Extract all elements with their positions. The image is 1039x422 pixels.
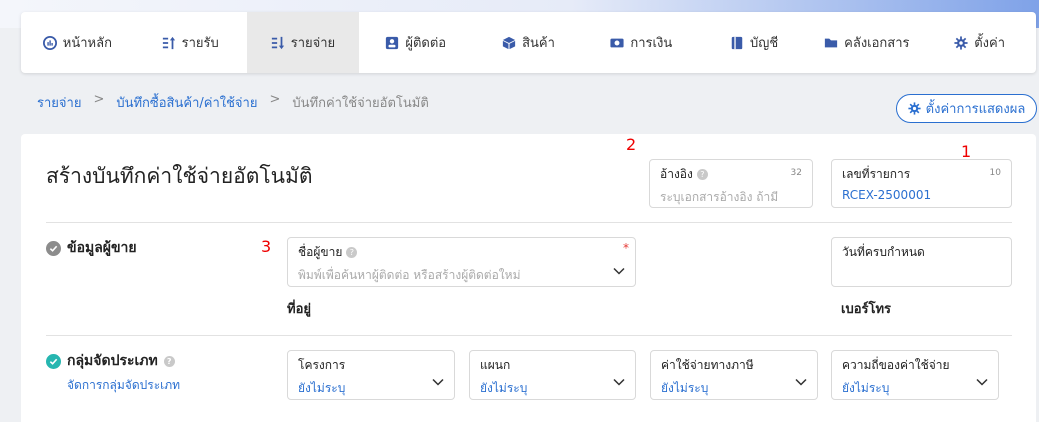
breadcrumb-expense[interactable]: รายจ่าย xyxy=(37,92,81,113)
chevron-down-icon xyxy=(795,378,807,386)
category-section-label: กลุ่มจัดประเภท xyxy=(67,353,158,369)
check-circle-icon xyxy=(46,353,61,369)
nav-label: สินค้า xyxy=(522,36,555,51)
vendor-name-label: ชื่อผู้ขาย xyxy=(298,245,343,259)
money-icon xyxy=(610,38,624,47)
select-value: ยังไม่ระบุ xyxy=(661,381,709,395)
address-label: ที่อยู่ xyxy=(287,302,311,317)
category-section-title: กลุ่มจัดประเภท ? xyxy=(46,350,175,372)
chevron-down-icon xyxy=(613,378,625,386)
doc-number-field[interactable]: เลขที่รายการ 10 RCEX-2500001 xyxy=(831,159,1012,208)
vendor-name-placeholder: พิมพ์เพื่อค้นหาผู้ติดต่อ หรือสร้างผู้ติด… xyxy=(298,268,521,282)
divider xyxy=(46,335,1012,336)
breadcrumb: รายจ่าย > บันทึกซื้อสินค้า/ค่าใช้จ่าย > … xyxy=(37,92,429,113)
nav-label: ผู้ติดต่อ xyxy=(405,36,447,51)
nav-item-home[interactable]: หน้าหลัก xyxy=(21,12,134,73)
gear-icon xyxy=(908,102,921,115)
chevron-down-icon xyxy=(613,267,625,275)
nav-item-accounting[interactable]: บัญชี xyxy=(698,12,811,73)
nav-label: ตั้งค่า xyxy=(974,36,1006,51)
nav-item-documents[interactable]: คลังเอกสาร xyxy=(810,12,923,73)
select-value: ยังไม่ระบุ xyxy=(842,381,890,395)
vendor-name-label-row: ชื่อผู้ขาย ? xyxy=(298,243,625,262)
reference-placeholder: ระบุเอกสารอ้างอิง ถ้ามี xyxy=(660,190,779,204)
manage-categories-link[interactable]: จัดการกลุ่มจัดประเภท xyxy=(67,376,180,395)
help-icon: ? xyxy=(696,169,708,180)
nav-item-income[interactable]: รายรับ xyxy=(134,12,247,73)
contacts-icon xyxy=(386,36,399,49)
vendor-name-field[interactable]: ชื่อผู้ขาย ? * พิมพ์เพื่อค้นหาผู้ติดต่อ … xyxy=(287,237,636,287)
select-label: ความถี่ของค่าใช้จ่าย xyxy=(842,358,950,372)
reference-field[interactable]: อ้างอิง ? 32 ระบุเอกสารอ้างอิง ถ้ามี xyxy=(649,159,813,208)
check-circle-icon xyxy=(46,240,61,256)
nav-item-contacts[interactable]: ผู้ติดต่อ xyxy=(359,12,472,73)
due-date-label: วันที่ครบกำหนด xyxy=(842,245,925,259)
select-label: โครงการ xyxy=(298,358,346,372)
project-select[interactable]: โครงการ ยังไม่ระบุ xyxy=(287,350,455,400)
breadcrumb-current: บันทึกค่าใช้จ่ายอัตโนมัติ xyxy=(292,96,429,111)
due-date-field[interactable]: วันที่ครบกำหนด xyxy=(831,237,1012,287)
nav-item-expense[interactable]: รายจ่าย xyxy=(246,12,360,73)
nav-item-settings[interactable]: ตั้งค่า xyxy=(923,12,1036,73)
annotation-marker: 3 xyxy=(261,237,272,256)
gear-icon xyxy=(954,35,968,50)
nav-label: รายรับ xyxy=(181,36,219,51)
chevron-down-icon xyxy=(976,378,988,386)
nav-item-finance[interactable]: การเงิน xyxy=(585,12,698,73)
reference-label-row: อ้างอิง ? xyxy=(660,165,802,184)
doc-number-label: เลขที่รายการ xyxy=(842,167,911,181)
folder-icon xyxy=(825,38,838,47)
char-counter: 32 xyxy=(790,168,802,178)
breadcrumb-purchase[interactable]: บันทึกซื้อสินค้า/ค่าใช้จ่าย xyxy=(116,92,257,113)
select-label: แผนก xyxy=(480,358,511,372)
expense-icon xyxy=(271,36,284,49)
nav-label: หน้าหลัก xyxy=(62,36,112,51)
select-value: ยังไม่ระบุ xyxy=(298,381,346,395)
main-nav: หน้าหลัก รายรับ รายจ่าย ผู้ติดต่อ สินค้า… xyxy=(21,12,1036,73)
select-label: ค่าใช้จ่ายทางภาษี xyxy=(661,358,754,372)
help-icon: ? xyxy=(346,247,358,258)
display-settings-label: ตั้งค่าการแสดงผล xyxy=(925,102,1026,117)
select-value: ยังไม่ระบุ xyxy=(480,381,528,395)
breadcrumb-separator: > xyxy=(269,92,281,107)
nav-label: คลังเอกสาร xyxy=(844,36,910,51)
display-settings-button[interactable]: ตั้งค่าการแสดงผล xyxy=(896,94,1037,123)
dashboard-icon xyxy=(42,35,57,50)
income-icon xyxy=(162,36,175,49)
page-title: สร้างบันทึกค่าใช้จ่ายอัตโนมัติ xyxy=(46,164,313,188)
nav-label: การเงิน xyxy=(630,36,673,51)
vendor-section-title: ข้อมูลผู้ขาย xyxy=(46,237,137,259)
annotation-marker: 2 xyxy=(626,135,637,154)
reference-label: อ้างอิง xyxy=(660,167,693,181)
nav-label: บัญชี xyxy=(750,36,779,51)
expense-frequency-select[interactable]: ความถี่ของค่าใช้จ่าย ยังไม่ระบุ xyxy=(831,350,999,400)
help-icon: ? xyxy=(163,355,175,367)
chevron-down-icon xyxy=(432,378,444,386)
nav-label: รายจ่าย xyxy=(290,36,336,51)
doc-number-value: RCEX-2500001 xyxy=(842,188,932,202)
required-marker: * xyxy=(623,241,629,255)
vendor-section-label: ข้อมูลผู้ขาย xyxy=(67,240,137,256)
breadcrumb-separator: > xyxy=(93,92,105,107)
char-counter: 10 xyxy=(989,168,1001,178)
tax-expense-select[interactable]: ค่าใช้จ่ายทางภาษี ยังไม่ระบุ xyxy=(650,350,818,400)
divider xyxy=(46,222,1012,223)
box-icon xyxy=(502,36,516,49)
ledger-icon xyxy=(731,36,743,49)
phone-label: เบอร์โทร xyxy=(841,302,892,317)
nav-item-products[interactable]: สินค้า xyxy=(472,12,585,73)
department-select[interactable]: แผนก ยังไม่ระบุ xyxy=(469,350,636,400)
